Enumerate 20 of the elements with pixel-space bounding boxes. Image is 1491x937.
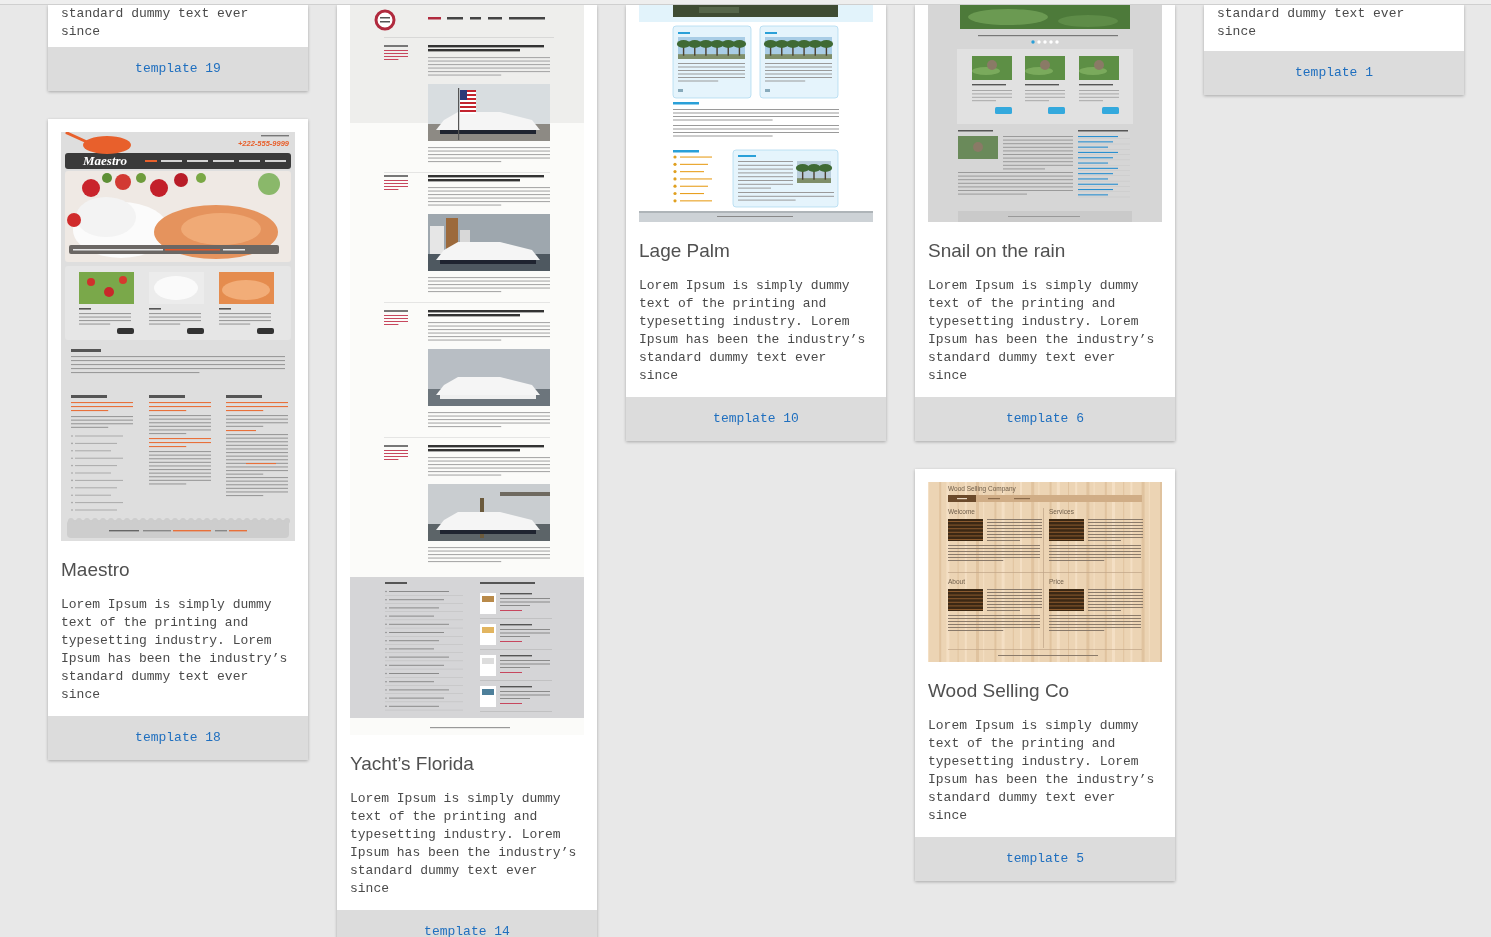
template-link[interactable]: template 1 — [1204, 51, 1464, 95]
template-link[interactable]: template 18 — [48, 716, 308, 760]
logo-text: Maestro — [83, 153, 128, 168]
card-description: Lorem Ipsum is simply dummy text of the printing and typesetting industry. Lorem Ipsum has been the industry’s standard dummy text ever since — [639, 277, 867, 385]
template-link[interactable]: template 19 — [48, 47, 308, 91]
card-description: Lorem Ipsum is simply dummy text of the printing and typesetting industry. Lorem Ipsum has been the industry’s standard dummy text ever since — [928, 277, 1156, 385]
template-link[interactable]: template 6 — [915, 397, 1175, 441]
card-description: Lorem Ipsum is simply dummy text of the printing and typesetting industry. Lorem Ipsum has been the industry’s standard dummy text ever since — [350, 790, 578, 898]
card-title: Wood Selling Co — [928, 679, 1071, 703]
card-description: standard dummy text ever since — [1217, 5, 1406, 41]
card-title: Lage Palm — [639, 239, 731, 263]
card-title: Yacht’s Florida — [350, 752, 475, 776]
template-link[interactable]: template 10 — [626, 397, 886, 441]
template-link[interactable]: template 14 — [337, 910, 597, 937]
card-description: Lorem Ipsum is simply dummy text of the printing and typesetting industry. Lorem Ipsum has been the industry’s standard dummy text ever since — [61, 596, 289, 704]
template-link[interactable]: template 5 — [915, 837, 1175, 881]
card-description: standard dummy text ever since — [61, 5, 250, 41]
card-title: Maestro — [61, 558, 131, 582]
card-title: Snail on the rain — [928, 239, 1067, 263]
card-description: Lorem Ipsum is simply dummy text of the printing and typesetting industry. Lorem Ipsum has been the industry’s standard dummy text ever since — [928, 717, 1156, 825]
